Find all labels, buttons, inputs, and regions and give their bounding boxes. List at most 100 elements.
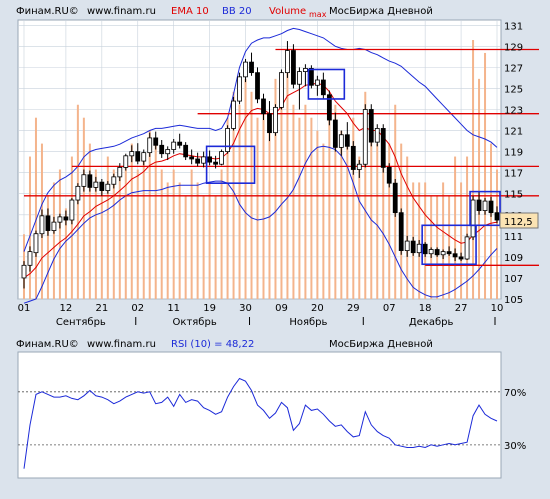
last-price-tag: 112,5 [499,212,539,229]
candle-body [422,243,428,255]
volume-bar [310,117,313,299]
volume-bar [112,169,115,299]
candle-body [81,174,87,187]
candle-body [362,109,368,165]
y-tick-label: 107 [504,274,523,285]
candle-body [27,251,33,266]
volume-bar [442,182,445,299]
volume-bar [196,182,199,299]
candle-body [51,221,57,231]
volume-bar [214,195,217,299]
x-tick-label: 19 [203,303,216,314]
y-tick-label: 131 [504,21,523,32]
y-tick-label: 109 [504,253,523,264]
volume-bar [472,40,475,299]
x-tick-label: 21 [95,303,108,314]
candle-body [255,72,260,100]
y-tick-label: 121 [504,127,523,138]
candle-body [45,215,51,231]
candle-body [464,236,470,260]
candle-body [488,200,494,214]
candle-body [111,176,117,185]
candle-body [303,68,308,72]
volume-bar [460,182,463,299]
volume-bar [118,169,121,299]
candle-body [380,128,386,168]
volume-bar [268,130,271,299]
volume-bar [34,117,37,299]
candle-body [153,137,159,146]
x-tick-label: 18 [419,303,432,314]
candle-body [141,152,147,162]
x-tick-label: 07 [383,303,396,314]
candle-body [482,200,488,211]
rsi-header: Финам.RU© www.finam.ru RSI (10) = 48,22 … [16,339,433,350]
candle-body [225,128,230,153]
candle-body [57,216,63,223]
candle-body [243,61,248,78]
volume-bar [262,104,265,299]
rsi-header-site: www.finam.ru [87,339,156,350]
candle-body [99,181,105,191]
volume-bar [430,195,433,299]
volume-bar [496,169,499,299]
volume-bar [166,182,169,299]
volume-bar [28,156,31,299]
volume-bar [436,195,439,299]
candle-body [237,76,242,102]
volume-bar [172,169,175,299]
candle-body [452,253,458,258]
x-tick-label: 30 [239,303,252,314]
y-tick-label: 125 [504,84,523,95]
volume-bar [292,104,295,299]
candle-body [446,251,452,255]
header-ema: EMA 10 [171,6,209,17]
volume-bar [466,156,469,299]
candle-body [117,166,123,178]
volume-bar [82,117,85,299]
volume-bar [328,117,331,299]
header-volume: Volume [269,6,306,17]
x-tick-label: 20 [311,303,324,314]
candle-body [21,264,27,279]
volume-bar [178,182,181,299]
candle-body [75,185,81,201]
x-tick-label: 27 [455,303,468,314]
candle-body [332,119,338,148]
candle-body [123,155,129,168]
candle-body [183,144,189,158]
candle-body [308,68,314,86]
candle-body [297,71,302,85]
x-tick-label: 10 [491,303,504,314]
candle-body [249,61,254,74]
candle-body [428,249,434,255]
candle-body [440,251,446,256]
candle-body [356,163,362,170]
candle-body [404,240,410,251]
x-tick-label: 11 [167,303,180,314]
candle-body [398,212,404,251]
candle-body [476,199,482,211]
volume-bar [52,182,55,299]
candle-body [165,149,171,155]
x-tick-label: 01 [18,303,31,314]
volume-bar [70,156,73,299]
header-site: www.finam.ru [87,6,156,17]
volume-bar [106,156,109,299]
candle-body [231,100,236,129]
candle-body [219,151,224,165]
candle-body [201,156,207,164]
x-tick-label: 29 [347,303,360,314]
candle-body [129,151,135,157]
volume-bar [478,78,481,299]
y-tick-label: 111 [504,232,523,243]
x-tick-label: 02 [131,303,144,314]
month-label: Октябрь [173,317,217,328]
candle-body [63,216,69,221]
volume-bar [190,169,193,299]
volume-bar [244,78,247,299]
volume-bar [58,169,61,299]
candle-body [171,141,177,150]
candle-body [320,79,326,96]
chart-area: 1051071091111131151171191211231251271291… [0,0,550,499]
